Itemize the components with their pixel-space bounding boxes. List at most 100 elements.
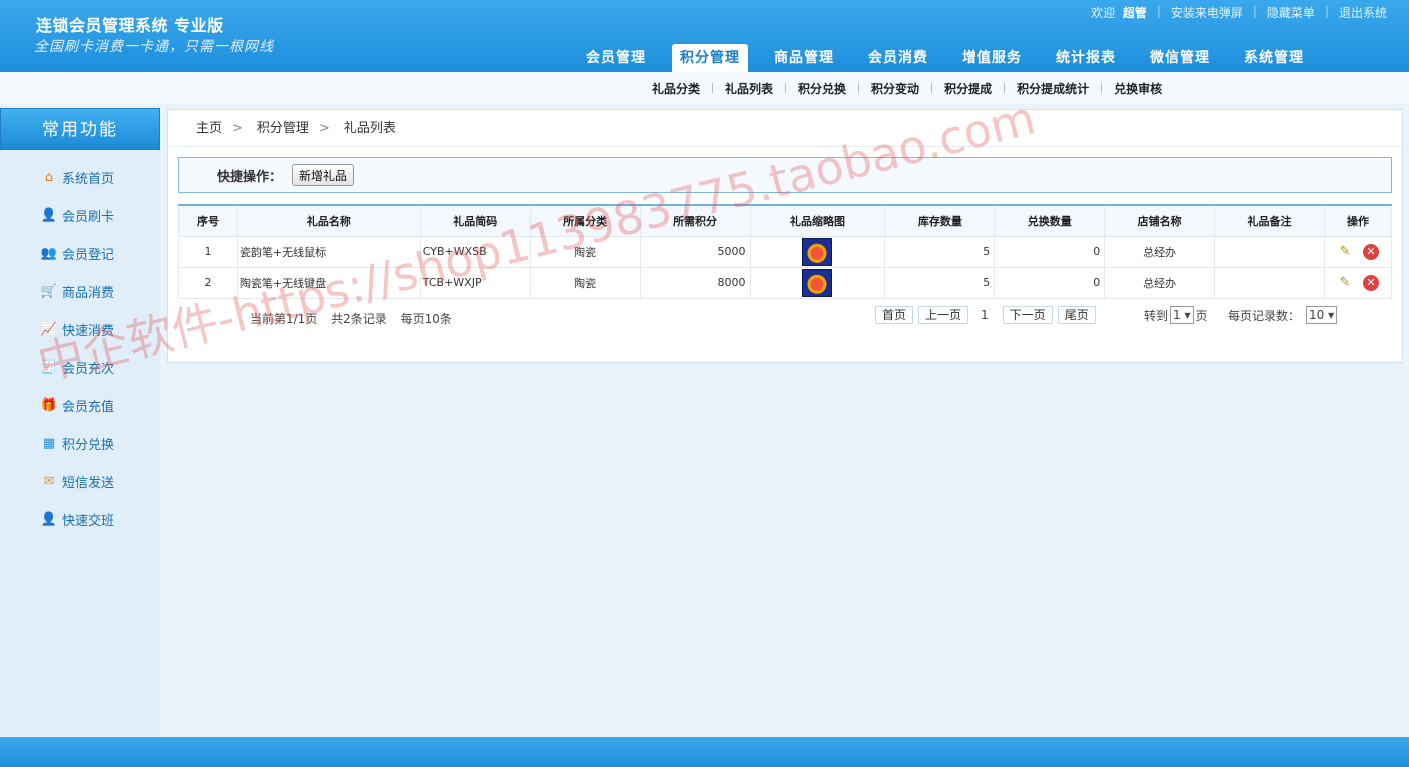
sub-nav: 礼品分类 礼品列表 积分兑换 积分变动 积分提成 积分提成统计 兑换审核	[0, 72, 1409, 104]
col-remark: 礼品备注	[1214, 204, 1325, 237]
breadcrumb-points[interactable]: 积分管理	[257, 110, 309, 146]
nav-member[interactable]: 会员管理	[578, 44, 654, 72]
delete-icon[interactable]: ✕	[1362, 243, 1379, 260]
sidebar-title: 常用功能	[0, 108, 160, 150]
chart-icon: 📈	[40, 321, 58, 337]
content-panel: 主页 > 积分管理 > 礼品列表 快捷操作： 新增礼品 序号 礼品名称 礼品简码…	[167, 109, 1403, 363]
col-actions: 操作	[1323, 204, 1393, 237]
col-thumbnail: 礼品缩略图	[749, 204, 886, 237]
cell-category: 陶瓷	[529, 266, 641, 299]
last-page-button[interactable]: 尾页	[1057, 306, 1096, 324]
cell-no: 2	[178, 266, 238, 299]
sidebar-item-recharge-times[interactable]: 🧾 会员充次	[0, 348, 160, 386]
sidebar-item-points-exchange[interactable]: ▦ 积分兑换	[0, 424, 160, 462]
main-nav: 会员管理 积分管理 商品管理 会员消费 增值服务 统计报表 微信管理 系统管理	[578, 44, 1312, 72]
col-category: 所属分类	[529, 204, 641, 237]
col-exchanged: 兑换数量	[994, 204, 1106, 237]
cell-remark	[1214, 266, 1325, 299]
nav-value-added[interactable]: 增值服务	[954, 44, 1030, 72]
col-points: 所需积分	[639, 204, 751, 237]
subnav-points-exchange[interactable]: 积分兑换	[786, 80, 858, 97]
sidebar-item-quick-consume[interactable]: 📈 快速消费	[0, 310, 160, 348]
subnav-exchange-review[interactable]: 兑换审核	[1102, 80, 1174, 97]
col-stock: 库存数量	[884, 204, 996, 237]
breadcrumb-home[interactable]: 主页	[196, 110, 222, 146]
breadcrumb-current: 礼品列表	[343, 121, 396, 136]
home-icon: ⌂	[44, 169, 54, 185]
cell-exchanged: 0	[994, 235, 1106, 268]
app-footer	[0, 737, 1409, 767]
current-page-number: 1	[981, 308, 989, 322]
gift-icon: ▦	[42, 435, 56, 451]
cell-points: 5000	[639, 235, 751, 268]
quick-actions-bar: 快捷操作： 新增礼品	[178, 157, 1392, 193]
users-icon: 👥	[40, 245, 58, 261]
sidebar-item-recharge[interactable]: 🎁 会员充值	[0, 386, 160, 424]
nav-wechat[interactable]: 微信管理	[1142, 44, 1218, 72]
sidebar-item-sms[interactable]: ✉ 短信发送	[0, 462, 160, 500]
sidebar: 常用功能 ⌂ 系统首页 👤 会员刷卡 👥 会员登记 🛒 商品消费 📈 快速消费 🧾 会员充次…	[0, 108, 160, 737]
cell-thumbnail	[749, 266, 886, 299]
cell-category: 陶瓷	[529, 235, 641, 268]
subnav-gift-category[interactable]: 礼品分类	[640, 80, 712, 97]
chevron-down-icon: ▾	[1184, 308, 1191, 322]
breadcrumb: 主页 > 积分管理 > 礼品列表	[168, 110, 1402, 147]
cell-store: 总经办	[1104, 235, 1216, 268]
handover-icon: 👤	[40, 511, 58, 527]
subnav-points-change[interactable]: 积分变动	[859, 80, 931, 97]
subnav-gift-list[interactable]: 礼品列表	[713, 80, 785, 97]
nav-goods[interactable]: 商品管理	[766, 44, 842, 72]
nav-system[interactable]: 系统管理	[1236, 44, 1312, 72]
cell-code: TCB+WXJP	[419, 266, 531, 299]
mail-icon: ✉	[43, 473, 55, 489]
table-row: 2 陶瓷笔+无线键盘 TCB+WXJP 陶瓷 8000 5 0 总经办 ✎ ✕	[178, 266, 1393, 299]
subnav-commission-stats[interactable]: 积分提成统计	[1005, 80, 1101, 97]
sidebar-item-swipe-card[interactable]: 👤 会员刷卡	[0, 196, 160, 234]
per-page-select[interactable]: 10 ▾	[1306, 306, 1338, 324]
goto-suffix: 页	[1195, 308, 1208, 323]
pagination: 当前第1/1页 共2条记录 每页10条 首页 上一页 1 下一页 尾页 转到 1…	[178, 306, 1392, 330]
delete-icon[interactable]: ✕	[1362, 274, 1379, 291]
sidebar-item-register[interactable]: 👥 会员登记	[0, 234, 160, 272]
pager-current: 当前第1/1页	[250, 312, 318, 326]
prev-page-button[interactable]: 上一页	[918, 306, 969, 324]
cell-remark	[1214, 235, 1325, 268]
chevron-right-icon: >	[232, 121, 243, 136]
cell-thumbnail	[749, 235, 886, 268]
goto-page-select[interactable]: 1 ▾	[1170, 306, 1194, 324]
edit-icon[interactable]: ✎	[1337, 275, 1353, 291]
cell-no: 1	[178, 235, 238, 268]
cell-stock: 5	[884, 266, 996, 299]
cell-name: 陶瓷笔+无线键盘	[236, 266, 421, 299]
register-icon: 🧾	[40, 359, 58, 375]
subnav-points-commission[interactable]: 积分提成	[932, 80, 1004, 97]
per-page-label: 每页记录数：	[1228, 308, 1301, 323]
nav-points[interactable]: 积分管理	[672, 44, 748, 72]
add-gift-button[interactable]: 新增礼品	[292, 164, 355, 186]
quick-actions-label: 快捷操作：	[217, 169, 283, 185]
cell-actions: ✎ ✕	[1323, 235, 1393, 268]
gift-thumbnail[interactable]	[802, 268, 833, 297]
goto-label: 转到	[1144, 308, 1169, 323]
sidebar-item-home[interactable]: ⌂ 系统首页	[0, 158, 160, 196]
cell-stock: 5	[884, 235, 996, 268]
user-card-icon: 👤	[40, 207, 58, 223]
chevron-right-icon: >	[318, 121, 330, 136]
logout-link[interactable]: 退出系统	[1329, 4, 1397, 21]
edit-icon[interactable]: ✎	[1337, 244, 1353, 260]
first-page-button[interactable]: 首页	[875, 306, 914, 324]
hide-menu-link[interactable]: 隐藏菜单	[1257, 4, 1325, 21]
install-popup-link[interactable]: 安装来电弹屏	[1161, 4, 1253, 21]
next-page-button[interactable]: 下一页	[1002, 306, 1053, 324]
col-store: 店铺名称	[1104, 204, 1216, 237]
sidebar-item-goods-consume[interactable]: 🛒 商品消费	[0, 272, 160, 310]
sidebar-item-handover[interactable]: 👤 快速交班	[0, 500, 160, 538]
gift-thumbnail[interactable]	[802, 237, 833, 266]
nav-consume[interactable]: 会员消费	[860, 44, 936, 72]
nav-reports[interactable]: 统计报表	[1048, 44, 1124, 72]
col-name: 礼品名称	[236, 204, 421, 237]
username: 超管	[1122, 6, 1147, 20]
welcome-text: 欢迎 超管	[1091, 6, 1147, 20]
pager-total: 共2条记录	[331, 312, 387, 326]
gift-table: 序号 礼品名称 礼品简码 所属分类 所需积分 礼品缩略图 库存数量 兑换数量 店…	[178, 204, 1393, 299]
